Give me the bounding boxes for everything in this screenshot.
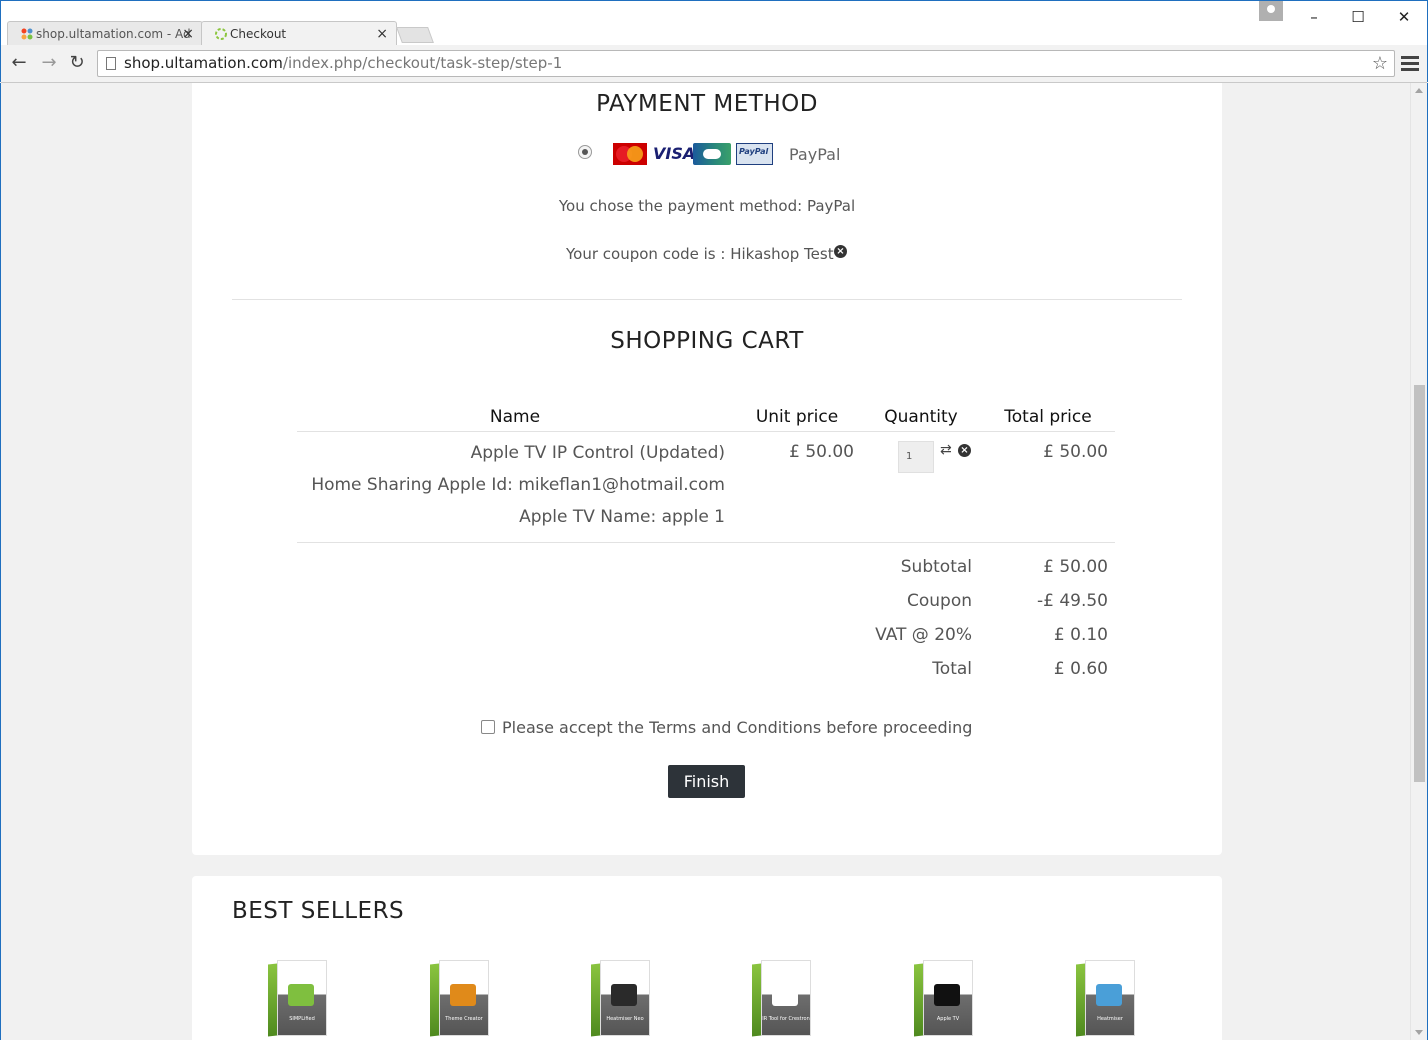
coupon-text: Your coupon code is : Hikashop Test <box>566 245 834 263</box>
maximize-button[interactable]: ☐ <box>1343 5 1373 29</box>
new-tab-button[interactable] <box>396 27 434 43</box>
close-window-button[interactable]: ✕ <box>1389 5 1419 29</box>
finish-button[interactable]: Finish <box>668 765 745 798</box>
tab-checkout[interactable]: Checkout × <box>201 21 397 46</box>
page-icon <box>106 57 116 70</box>
product-label: Apple TV <box>936 1016 960 1022</box>
remove-item-icon[interactable]: × <box>958 444 971 457</box>
subtotal-label: Subtotal <box>900 557 972 577</box>
joomla-icon <box>21 28 33 40</box>
quantity-input[interactable]: 1 <box>898 441 934 473</box>
loading-spinner-icon <box>215 28 227 40</box>
product-spine <box>1076 963 1085 1037</box>
user-icon <box>1267 5 1275 13</box>
url-path: /index.php/checkout/task-step/step-1 <box>282 54 563 72</box>
payment-method-label[interactable]: PayPal <box>789 145 840 164</box>
minimize-button[interactable]: – <box>1299 5 1329 29</box>
paypal-icon <box>736 143 773 165</box>
product-name[interactable]: Apple TV IP Control (Updated) <box>471 443 725 463</box>
url-host: shop.ultamation.com <box>124 54 283 72</box>
paypal-radio[interactable] <box>578 145 592 159</box>
tab-title: Checkout <box>230 27 287 41</box>
payment-method-title: PAYMENT METHOD <box>596 91 818 117</box>
product-option-apple-id: Home Sharing Apple Id: mikeflan1@hotmail… <box>311 475 725 495</box>
vat-label: VAT @ 20% <box>875 625 972 645</box>
subtotal-value: £ 50.00 <box>1043 557 1108 577</box>
close-tab-icon[interactable]: × <box>376 26 388 42</box>
bookmark-star-icon[interactable]: ☆ <box>1372 51 1388 76</box>
product-box[interactable]: Heatmiser Neo <box>591 960 651 1037</box>
product-art <box>772 984 798 1006</box>
product-art <box>611 984 637 1006</box>
coupon-value: -£ 49.50 <box>1036 591 1108 611</box>
total-label: Total <box>932 659 972 679</box>
total-value: £ 0.60 <box>1053 659 1108 679</box>
divider <box>232 299 1182 300</box>
refresh-quantity-icon[interactable]: ⇄ <box>940 442 952 458</box>
tab-admin[interactable]: shop.ultamation.com - Ad × <box>7 21 203 46</box>
tab-strip: shop.ultamation.com - Ad × Checkout × – … <box>1 1 1427 46</box>
col-header-total-price: Total price <box>1004 407 1092 427</box>
product-spine <box>914 963 923 1037</box>
shopping-cart-title: SHOPPING CART <box>610 328 804 354</box>
product-label: Heatmiser Neo <box>606 1016 644 1022</box>
terms-checkbox[interactable] <box>481 720 495 734</box>
visa-icon: VISA <box>653 144 696 163</box>
product-art <box>450 984 476 1006</box>
close-tab-icon[interactable]: × <box>182 26 194 42</box>
address-bar[interactable]: shop.ultamation.com/index.php/checkout/t… <box>97 50 1395 77</box>
table-body-divider <box>297 542 1115 543</box>
cb-icon <box>693 143 731 165</box>
menu-icon[interactable] <box>1401 53 1419 73</box>
checkout-panel: PAYMENT METHOD VISA PayPal You chose the… <box>192 83 1222 855</box>
product-spine <box>591 963 600 1037</box>
product-box[interactable]: IR Tool for Crestron <box>752 960 812 1037</box>
reload-icon[interactable]: ↻ <box>65 51 89 75</box>
table-header-divider <box>297 431 1115 432</box>
browser-chrome: shop.ultamation.com - Ad × Checkout × – … <box>0 0 1428 83</box>
col-header-quantity: Quantity <box>884 407 958 427</box>
scrollbar-thumb[interactable] <box>1414 385 1425 782</box>
col-header-unit-price: Unit price <box>755 407 839 427</box>
product-box[interactable]: Heatmiser <box>1076 960 1136 1037</box>
product-box[interactable]: Apple TV <box>914 960 974 1037</box>
product-label: Theme Creator <box>445 1016 483 1022</box>
product-spine <box>752 963 761 1037</box>
product-spine <box>268 963 277 1037</box>
browser-toolbar: ← → ↻ shop.ultamation.com/index.php/chec… <box>1 45 1427 83</box>
scrollbar[interactable] <box>1410 83 1427 1040</box>
back-icon[interactable]: ← <box>7 51 31 75</box>
chosen-payment-text: You chose the payment method: PayPal <box>558 197 856 215</box>
product-option-tv-name: Apple TV Name: apple 1 <box>519 507 725 527</box>
product-art <box>288 984 314 1006</box>
mastercard-icon <box>613 143 647 165</box>
product-spine <box>430 963 439 1037</box>
product-label: SIMPLified <box>289 1016 315 1022</box>
page-viewport: PAYMENT METHOD VISA PayPal You chose the… <box>0 83 1428 1040</box>
product-box[interactable]: SIMPLified <box>268 960 328 1037</box>
coupon-label: Coupon <box>906 591 972 611</box>
profile-button[interactable] <box>1259 1 1283 21</box>
product-label: IR Tool for Crestron <box>762 1016 810 1022</box>
terms-label[interactable]: Please accept the Terms and Conditions b… <box>502 718 972 737</box>
vat-value: £ 0.10 <box>1053 625 1108 645</box>
remove-coupon-icon[interactable]: × <box>834 245 847 258</box>
product-label: Heatmiser <box>1097 1016 1123 1022</box>
forward-icon[interactable]: → <box>37 51 61 75</box>
scroll-down-icon[interactable] <box>1415 1030 1423 1035</box>
product-art <box>934 984 960 1006</box>
unit-price: £ 50.00 <box>789 442 854 462</box>
total-price: £ 50.00 <box>1043 442 1108 462</box>
product-art <box>1096 984 1122 1006</box>
bestsellers-panel: BEST SELLERS SIMPLified Theme Creator Heat… <box>192 876 1222 1040</box>
bestsellers-title: BEST SELLERS <box>232 898 405 924</box>
tab-title: shop.ultamation.com - Ad <box>36 27 191 41</box>
col-header-name: Name <box>489 407 541 427</box>
product-box[interactable]: Theme Creator <box>430 960 490 1037</box>
scroll-up-icon[interactable] <box>1415 88 1423 93</box>
